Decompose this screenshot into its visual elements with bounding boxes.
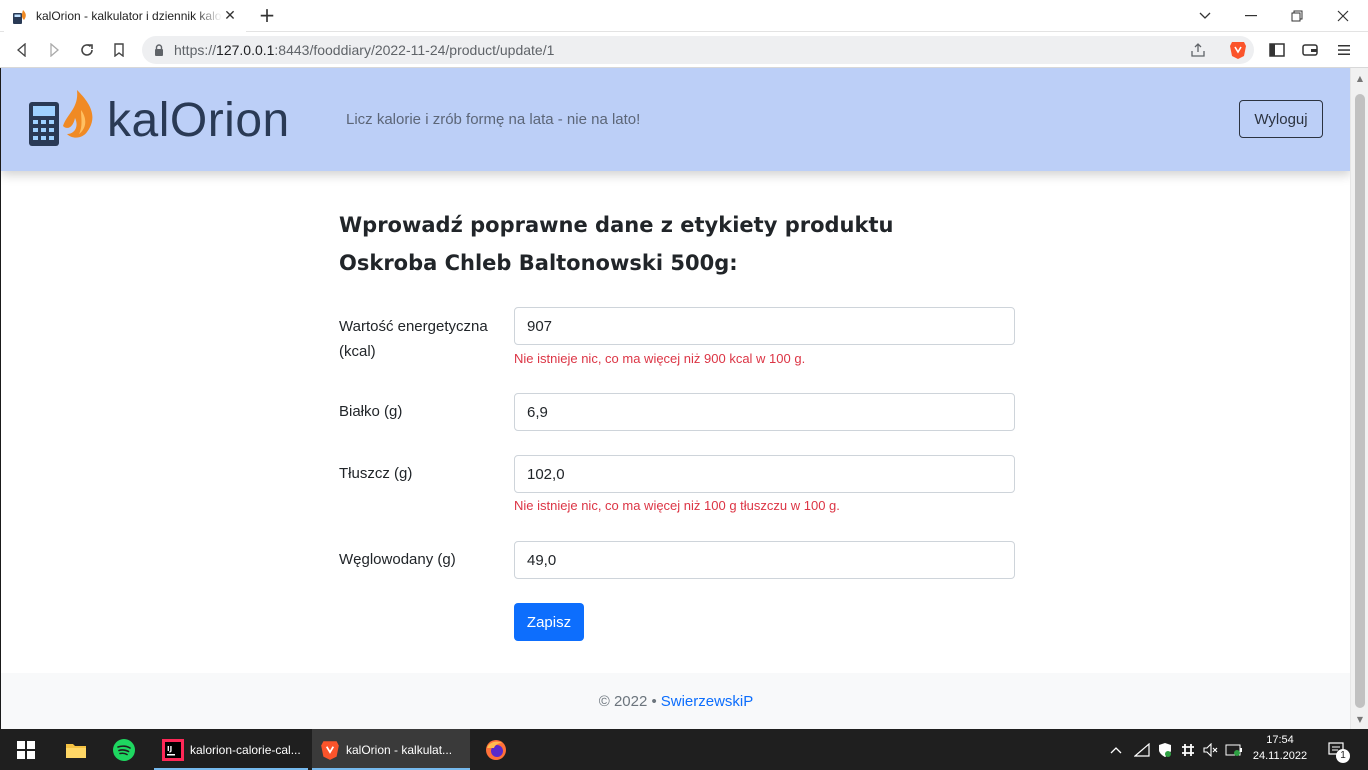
fat-input[interactable]: 102,0 — [514, 455, 1015, 493]
share-icon[interactable] — [1190, 42, 1206, 61]
page-content: kalOrion Licz kalorie i zrób formę na la… — [0, 68, 1350, 729]
system-clock[interactable]: 17:54 24.11.2022 — [1248, 732, 1312, 764]
restore-icon[interactable] — [1274, 0, 1320, 32]
url-path: :8443/fooddiary/2022-11-24/product/updat… — [274, 42, 555, 58]
file-explorer-icon[interactable] — [56, 729, 96, 770]
fat-error: Nie istnieje nic, co ma więcej niż 100 g… — [514, 498, 840, 513]
taskbar-app-brave[interactable]: kalOrion - kalkulat... — [312, 729, 470, 770]
menu-icon[interactable] — [1332, 38, 1356, 62]
form-title-line1: Wprowadź poprawne dane z etykiety produk… — [339, 213, 894, 237]
back-icon[interactable] — [10, 38, 34, 62]
protein-input[interactable]: 6,9 — [514, 393, 1015, 431]
firefox-icon[interactable] — [476, 729, 516, 770]
forward-icon[interactable] — [42, 38, 66, 62]
minimize-icon[interactable] — [1228, 0, 1274, 32]
browser-toolbar: https://127.0.0.1:8443/fooddiary/2022-11… — [0, 32, 1368, 68]
field-energy: Wartość energetyczna (kcal) 907 Nie istn… — [339, 307, 1015, 374]
page-scrollbar[interactable]: ▲ ▼ — [1350, 68, 1368, 729]
taskbar-app-intellij[interactable]: IJ kalorion-calorie-cal... — [154, 729, 308, 770]
sidebar-icon[interactable] — [1265, 38, 1289, 62]
form-title: Wprowadź poprawne dane z etykiety produk… — [339, 206, 893, 282]
scrollbar-thumb[interactable] — [1355, 94, 1365, 708]
product-name: Oskroba Chleb Baltonowski 500g: — [339, 251, 738, 275]
carbs-label: Węglowodany (g) — [339, 551, 456, 568]
address-bar[interactable]: https://127.0.0.1:8443/fooddiary/2022-11… — [142, 36, 1254, 64]
energy-label: Wartość energetyczna (kcal) — [339, 318, 488, 360]
wallet-icon[interactable] — [1298, 38, 1322, 62]
slack-icon[interactable] — [1178, 729, 1198, 770]
taskbar-app-label: kalorion-calorie-cal... — [190, 742, 301, 757]
new-tab-button[interactable]: + — [256, 4, 278, 26]
site-header: kalOrion Licz kalorie i zrób formę na la… — [1, 68, 1350, 171]
calculator-flame-icon — [12, 8, 28, 24]
brave-icon — [320, 739, 340, 761]
clock-date: 24.11.2022 — [1252, 750, 1308, 762]
copyright: © 2022 • — [598, 692, 657, 710]
battery-icon[interactable] — [1224, 729, 1244, 770]
intellij-icon: IJ — [162, 738, 184, 761]
footer: © 2022 • SwierzewskiP — [1, 673, 1350, 729]
network-icon[interactable] — [1132, 729, 1152, 770]
taskbar-app-label: kalOrion - kalkulat... — [346, 742, 453, 757]
bookmark-icon[interactable] — [107, 38, 131, 62]
notification-count: 1 — [1336, 749, 1350, 763]
calculator-flame-logo-icon — [29, 88, 95, 152]
field-fat: Tłuszcz (g) 102,0 Nie istnieje nic, co m… — [339, 455, 1015, 525]
notifications-icon[interactable]: 1 — [1322, 729, 1352, 770]
browser-tab[interactable]: kalOrion - kalkulator i dziennik kalorii… — [4, 0, 246, 32]
security-shield-icon[interactable] — [1155, 729, 1175, 770]
spotify-icon[interactable] — [104, 729, 144, 770]
url-scheme: https:// — [174, 42, 217, 58]
field-carbs: Węglowodany (g) 49,0 — [339, 541, 1015, 579]
tagline: Licz kalorie i zrób formę na lata - nie … — [346, 111, 641, 128]
tray-chevron-up-icon[interactable] — [1106, 729, 1126, 770]
tab-search-icon[interactable] — [1182, 0, 1228, 32]
protein-label: Białko (g) — [339, 403, 403, 420]
lock-icon — [154, 44, 164, 56]
close-window-icon[interactable] — [1320, 0, 1366, 32]
save-button[interactable]: Zapisz — [514, 603, 584, 641]
reload-icon[interactable] — [75, 38, 99, 62]
tab-title: kalOrion - kalkulator i dziennik kalorii — [36, 9, 222, 23]
scroll-up-icon[interactable]: ▲ — [1355, 74, 1365, 84]
carbs-input[interactable]: 49,0 — [514, 541, 1015, 579]
author-link[interactable]: SwierzewskiP — [661, 693, 754, 710]
taskbar: IJ kalorion-calorie-cal... kalOrion - ka… — [0, 729, 1368, 770]
clock-time: 17:54 — [1266, 734, 1294, 746]
fat-label: Tłuszcz (g) — [339, 465, 413, 482]
app-name: kalOrion — [107, 93, 290, 147]
brave-shields-icon[interactable] — [1226, 38, 1250, 62]
energy-input[interactable]: 907 — [514, 307, 1015, 345]
browser-tab-bar: kalOrion - kalkulator i dziennik kalorii… — [0, 0, 1368, 32]
svg-text:IJ: IJ — [167, 745, 172, 753]
url-host: 127.0.0.1 — [216, 42, 275, 58]
scroll-down-icon[interactable]: ▼ — [1355, 715, 1365, 725]
logout-button[interactable]: Wyloguj — [1239, 100, 1323, 138]
windows-start-icon[interactable] — [6, 729, 46, 770]
tab-close-icon[interactable]: ✕ — [222, 8, 238, 24]
volume-muted-icon[interactable] — [1201, 729, 1221, 770]
energy-error: Nie istnieje nic, co ma więcej niż 900 k… — [514, 351, 806, 366]
field-protein: Białko (g) 6,9 — [339, 393, 1015, 431]
brand[interactable]: kalOrion — [29, 88, 290, 152]
